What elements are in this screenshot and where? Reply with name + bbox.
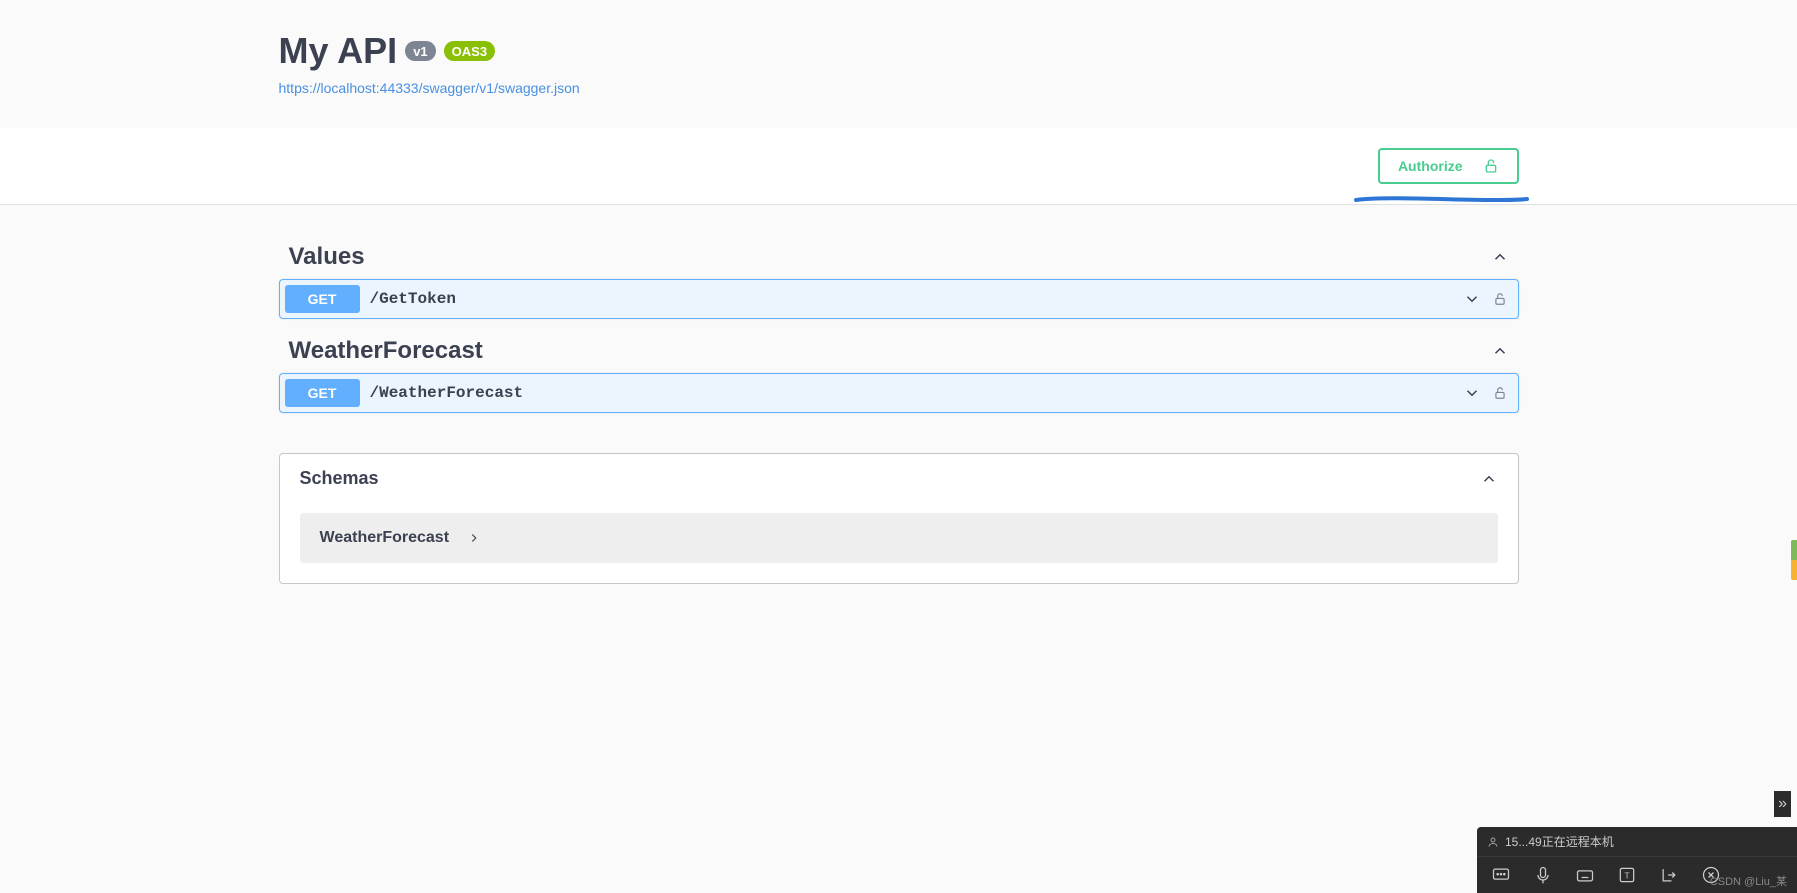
swagger-url-link[interactable]: https://localhost:44333/swagger/v1/swagg… bbox=[279, 80, 580, 96]
keyboard-icon[interactable] bbox=[1575, 865, 1595, 885]
api-title: My API bbox=[279, 30, 398, 72]
microphone-icon[interactable] bbox=[1533, 865, 1553, 885]
schemas-section: Schemas WeatherForecast bbox=[279, 453, 1519, 584]
tag-section-values: Values GET /GetToken bbox=[279, 235, 1519, 319]
endpoint-path: /WeatherForecast bbox=[370, 384, 1463, 402]
chevron-right-icon bbox=[467, 531, 481, 545]
tag-header-weatherforecast[interactable]: WeatherForecast bbox=[279, 329, 1519, 373]
chevron-up-icon bbox=[1491, 248, 1509, 266]
right-side-tab[interactable] bbox=[1791, 540, 1797, 580]
expand-icon[interactable]: » bbox=[1774, 791, 1791, 817]
chat-icon[interactable] bbox=[1491, 865, 1511, 885]
authorize-label: Authorize bbox=[1398, 158, 1463, 174]
method-badge: GET bbox=[285, 285, 360, 313]
text-mode-icon[interactable]: T bbox=[1617, 865, 1637, 885]
annotation-underline bbox=[1354, 196, 1529, 202]
chevron-up-icon bbox=[1480, 470, 1498, 488]
close-circle-icon[interactable] bbox=[1701, 865, 1721, 885]
schema-name: WeatherForecast bbox=[320, 529, 450, 547]
operation-get-gettoken[interactable]: GET /GetToken bbox=[279, 279, 1519, 319]
ime-toolbar: » 15...49正在远程本机 T bbox=[1477, 827, 1797, 893]
schema-item-weatherforecast[interactable]: WeatherForecast bbox=[300, 513, 1498, 563]
method-badge: GET bbox=[285, 379, 360, 407]
chevron-down-icon bbox=[1463, 290, 1481, 308]
chevron-up-icon bbox=[1491, 342, 1509, 360]
export-icon[interactable] bbox=[1659, 865, 1679, 885]
schemas-header[interactable]: Schemas bbox=[280, 454, 1518, 503]
endpoint-path: /GetToken bbox=[370, 290, 1463, 308]
chevron-down-icon bbox=[1463, 384, 1481, 402]
version-badge: v1 bbox=[405, 41, 435, 61]
tag-header-values[interactable]: Values bbox=[279, 235, 1519, 279]
svg-text:T: T bbox=[1624, 870, 1629, 880]
unlock-icon bbox=[1483, 158, 1499, 174]
lock-icon[interactable] bbox=[1493, 292, 1507, 306]
tag-name: Values bbox=[289, 243, 365, 271]
tag-name: WeatherForecast bbox=[289, 337, 483, 365]
tag-section-weatherforecast: WeatherForecast GET /WeatherForecast bbox=[279, 329, 1519, 413]
schemas-title: Schemas bbox=[300, 468, 379, 489]
authorize-button[interactable]: Authorize bbox=[1378, 148, 1519, 184]
lock-icon[interactable] bbox=[1493, 386, 1507, 400]
ime-status-text: 15...49正在远程本机 bbox=[1505, 833, 1614, 850]
operation-get-weatherforecast[interactable]: GET /WeatherForecast bbox=[279, 373, 1519, 413]
person-icon bbox=[1487, 836, 1499, 848]
oas-badge: OAS3 bbox=[444, 41, 495, 61]
